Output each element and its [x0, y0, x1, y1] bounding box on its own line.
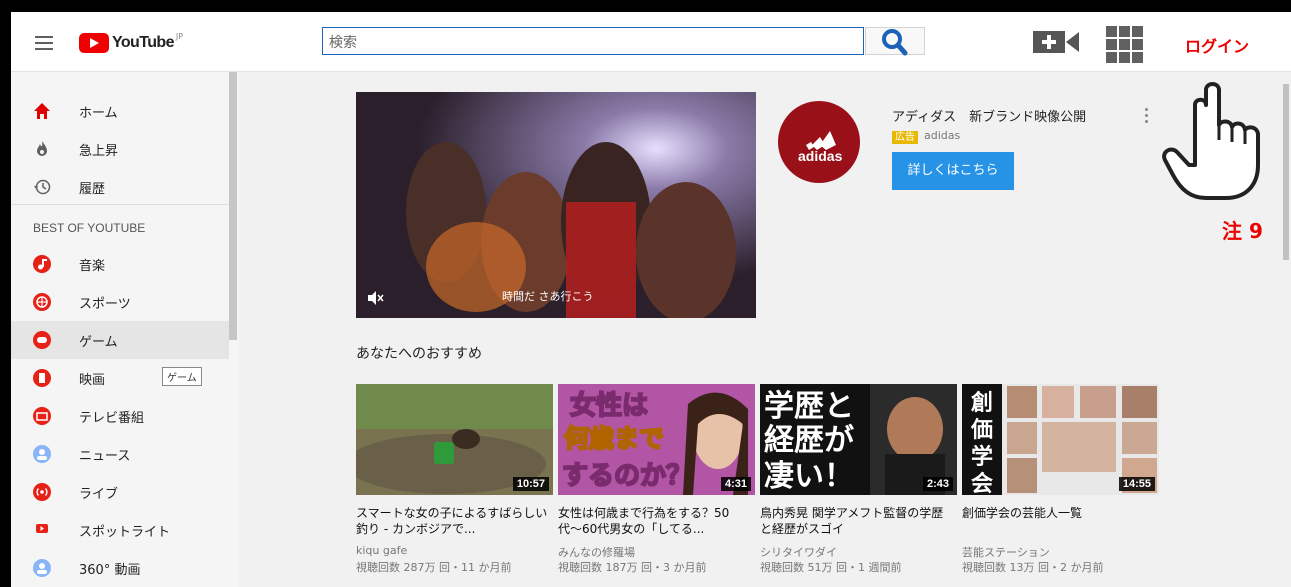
ad-title[interactable]: アディダス 新ブランド映像公開 [892, 106, 1086, 125]
more-options-icon[interactable] [1145, 108, 1148, 126]
flame-icon [37, 141, 47, 156]
sidebar-item-label: スポーツ [79, 297, 131, 312]
thumb-text-line-1: 女性は [570, 390, 648, 421]
thumb-text-line-2: 何歳まで [564, 424, 664, 453]
thumb-text-char-3: 学 [971, 444, 993, 470]
adidas-stripes-icon [806, 131, 836, 150]
history-icon [34, 179, 51, 195]
news-icon [33, 445, 51, 463]
ad-video-caption: 時間だ さあ行こう [502, 290, 594, 303]
thumb-text-char-4: 会 [971, 471, 993, 495]
video-title[interactable]: スマートな女の子によるすばらしい釣り - カンボジアで... [356, 505, 551, 537]
sidebar-item-tv[interactable]: テレビ番組 [11, 397, 229, 435]
sidebar-item-label: スポットライト [79, 525, 171, 540]
sidebar-item-label: ライブ [79, 487, 119, 502]
sidebar-item-history[interactable]: 履歴 [11, 168, 229, 206]
tv-icon [33, 407, 51, 425]
thumb-text-char-1: 創 [971, 391, 993, 416]
360-icon [33, 559, 51, 577]
logo-region: JP [175, 32, 184, 41]
recommendations-heading: あなたへのおすすめ [356, 346, 482, 362]
learn-more-button[interactable]: 詳しくはこちら [892, 152, 1014, 190]
spotlight-icon [33, 521, 51, 539]
movie-icon [33, 369, 51, 387]
video-channel[interactable]: kiqu gafe [356, 544, 407, 557]
search-button[interactable] [865, 27, 925, 56]
video-channel[interactable]: みんなの修羅場 [558, 544, 635, 560]
sidebar-item-label: ゲーム [79, 335, 118, 350]
thumb-text-line-2: 経歴が [764, 423, 854, 458]
search-icon [882, 29, 908, 56]
sidebar-scrollbar[interactable] [229, 72, 237, 340]
thumb-text-line-3: するのか？ [562, 461, 692, 491]
sidebar-item-news[interactable]: ニュース [11, 435, 229, 473]
sidebar-item-gaming[interactable]: ゲーム [11, 321, 229, 359]
sports-icon [33, 293, 51, 311]
video-views: 視聴回数 13万 回・2 か月前 [962, 561, 1104, 574]
upload-video-icon[interactable] [1033, 31, 1085, 57]
tooltip-gaming: ゲーム [162, 367, 202, 386]
video-title[interactable]: 鳥内秀晃 関学アメフト監督の学歴と経歴がスゴイ [760, 505, 955, 537]
sidebar-item-label: 360° 動画 [79, 563, 141, 578]
sidebar-item-label: 履歴 [79, 182, 106, 197]
youtube-play-icon [79, 33, 109, 53]
adidas-logo-text: adidas [798, 148, 843, 164]
video-duration: 4:31 [720, 477, 751, 491]
sidebar-item-trending[interactable]: 急上昇 [11, 130, 229, 168]
sidebar-item-360[interactable]: 360° 動画 [11, 549, 229, 587]
music-icon [33, 255, 51, 273]
thumb-text-char-2: 価 [970, 418, 993, 443]
adidas-logo[interactable]: adidas [778, 101, 860, 183]
video-thumbnail-1[interactable]: 10:57 [356, 384, 553, 495]
youtube-window: YouTube JP 検索 ログイン ホーム 急上昇 履歴 BEST OF YO… [11, 12, 1291, 587]
youtube-logo[interactable]: YouTube JP [79, 32, 183, 54]
video-views: 視聴回数 287万 回・11 か月前 [356, 561, 512, 574]
sidebar-section-title: BEST OF YOUTUBE [33, 221, 146, 235]
pointing-hand-icon [1162, 82, 1260, 200]
video-thumbnail-2[interactable]: 女性は 何歳まで するのか？ 4:31 [558, 384, 755, 495]
sidebar-item-label: 音楽 [79, 259, 106, 274]
thumb-text-line-3: 凄い！ [764, 459, 854, 494]
hamburger-menu-icon[interactable] [35, 36, 53, 50]
sidebar-item-home[interactable]: ホーム [11, 92, 229, 130]
video-title[interactable]: 女性は何歳まで行為をする？50代〜60代男女の「してる... [558, 505, 753, 537]
video-duration: 2:43 [922, 477, 953, 491]
sidebar-item-label: 急上昇 [79, 144, 119, 159]
ad-badge: 広告 [892, 131, 918, 144]
sidebar-divider [11, 204, 229, 205]
annotation-note: 注 9 [1222, 219, 1263, 243]
live-icon [33, 483, 51, 501]
sidebar-item-label: テレビ番組 [79, 411, 145, 426]
sidebar-item-music[interactable]: 音楽 [11, 245, 229, 283]
sidebar-item-live[interactable]: ライブ [11, 473, 229, 511]
sidebar-item-sports[interactable]: スポーツ [11, 283, 229, 321]
sidebar-item-label: 映画 [79, 373, 106, 388]
gaming-icon [33, 331, 51, 349]
thumb-text-line-1: 学歴と [764, 389, 854, 424]
video-duration: 14:55 [1118, 477, 1155, 491]
sidebar-item-label: ホーム [79, 106, 118, 121]
ad-video-player[interactable]: 時間だ さあ行こう [356, 92, 756, 318]
page-scrollbar[interactable] [1281, 72, 1291, 587]
sidebar-item-spotlight[interactable]: スポットライト [11, 511, 229, 549]
video-thumbnail-3[interactable]: 学歴と 経歴が 凄い！ 2:43 [760, 384, 957, 495]
video-channel[interactable]: 芸能ステーション [962, 544, 1050, 560]
sidebar-item-label: ニュース [79, 449, 131, 464]
logo-text: YouTube [112, 34, 174, 51]
login-button[interactable]: ログイン [1152, 24, 1282, 70]
home-icon [34, 103, 50, 119]
mute-icon[interactable] [366, 289, 384, 307]
search-input[interactable]: 検索 [322, 27, 864, 55]
scrollbar-thumb[interactable] [1283, 84, 1289, 260]
masthead: YouTube JP 検索 ログイン [11, 12, 1291, 72]
video-thumbnail-4[interactable]: 創 価 学 会 14:55 [962, 384, 1159, 495]
ad-brand[interactable]: adidas [924, 129, 960, 142]
video-title[interactable]: 創価学会の芸能人一覧 [962, 505, 1157, 521]
ad-video-frame [356, 92, 756, 318]
apps-grid-icon[interactable] [1106, 26, 1146, 66]
video-channel[interactable]: シリタイワダイ [760, 544, 837, 560]
video-views: 視聴回数 51万 回・1 週間前 [760, 561, 902, 574]
video-views: 視聴回数 187万 回・3 か月前 [558, 561, 707, 574]
video-duration: 10:57 [512, 477, 549, 491]
